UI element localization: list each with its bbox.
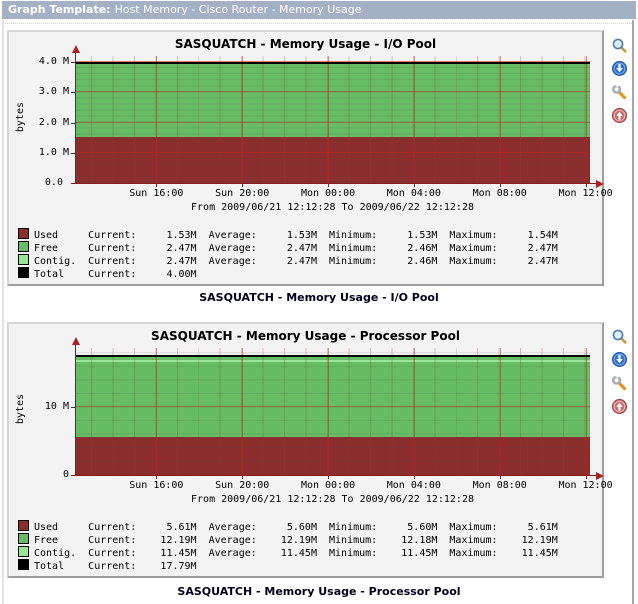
legend-row: Contig. Current: 11.45M Average: 11.45M …: [18, 545, 558, 559]
zoom-graph-glyph: [612, 38, 627, 53]
x-tick-label: Sun 16:00: [129, 188, 184, 199]
grid-major-vertical: [156, 348, 158, 475]
zoom-graph-glyph: [612, 329, 627, 344]
graph-image-processor-pool[interactable]: bytes Sun 16:00 Sun 20:00 Mon 00:00 Mon 04:0…: [9, 324, 613, 576]
zoom-graph-icon[interactable]: [611, 328, 628, 345]
graph-utilities-icon[interactable]: [611, 398, 628, 415]
legend-row: Used Current: 1.53M Average: 1.53M Minim…: [18, 227, 558, 241]
grid-major-vertical: [242, 56, 244, 183]
graph-caption-io-pool: SASQUATCH - Memory Usage - I/O Pool: [199, 291, 439, 304]
legend-swatch: [18, 520, 29, 531]
zoom-graph-icon[interactable]: [611, 37, 628, 54]
x-axis-arrow: [596, 472, 604, 480]
csv-export-glyph: [612, 61, 627, 76]
x-tick-label: Mon 12:00: [558, 480, 613, 491]
legend-text: Total Current: 17.79M: [34, 561, 197, 572]
legend-row: Contig. Current: 2.47M Average: 2.47M Mi…: [18, 253, 558, 267]
y-tick-label: 2.0 M: [38, 116, 69, 128]
grid-major-horizontal: [75, 406, 590, 408]
y-tick-label: 10 M: [44, 401, 69, 413]
y-axis-line: [75, 345, 76, 475]
csv-export-icon[interactable]: [611, 60, 628, 77]
y-axis-arrow: [72, 337, 80, 345]
legend-swatch: [18, 533, 29, 544]
graph-panel-io-pool: SASQUATCH - Memory Usage - I/O Pool byte…: [7, 30, 613, 286]
graph-image-io-pool[interactable]: bytes Sun 16:00 Sun 20:00 Mon 00:00 Mon 04:0…: [9, 32, 613, 284]
x-axis-line: [71, 183, 596, 184]
y-tick-label: 4.0 M: [38, 56, 69, 68]
graph-source-glyph: [611, 375, 627, 391]
legend-swatch: [18, 241, 29, 252]
legend-row: Free Current: 2.47M Average: 2.47M Minim…: [18, 240, 558, 254]
x-tick-label: Mon 04:00: [386, 188, 441, 199]
plot-area: [75, 56, 590, 183]
graph-utilities-glyph: [612, 399, 627, 414]
grid-major-vertical: [328, 348, 330, 475]
x-tick-label: Mon 12:00: [558, 188, 613, 199]
graph-source-icon[interactable]: [611, 84, 628, 101]
period-label: From 2009/06/21 12:12:28 To 2009/06/22 1…: [191, 202, 474, 213]
x-tick-label: Mon 04:00: [386, 480, 441, 491]
series-line-total: [75, 354, 590, 357]
y-axis-line: [75, 53, 76, 183]
legend-row: Total Current: 4.00M: [18, 266, 197, 280]
grid-major-vertical: [156, 56, 158, 183]
page-right-edge: [632, 20, 634, 604]
legend-swatch: [18, 267, 29, 278]
period-label: From 2009/06/21 12:12:28 To 2009/06/22 1…: [191, 494, 474, 505]
x-axis-arrow: [596, 180, 604, 188]
header-label: Graph Template:: [8, 3, 111, 16]
legend-swatch: [18, 254, 29, 265]
grid-minor: [75, 56, 590, 183]
y-tick-label: 1.0 M: [38, 146, 69, 158]
x-tick-label: Mon 00:00: [300, 188, 356, 199]
graph-utilities-glyph: [612, 108, 627, 123]
y-tick-label: 3.0 M: [38, 86, 69, 98]
y-axis-arrow: [72, 45, 80, 53]
graph-panel-processor-pool: SASQUATCH - Memory Usage - Processor Poo…: [7, 322, 613, 578]
grid-major-vertical: [242, 348, 244, 475]
y-tick-label: 0: [62, 469, 69, 480]
graph-utilities-icon[interactable]: [611, 107, 628, 124]
graph-caption-processor-pool: SASQUATCH - Memory Usage - Processor Poo…: [177, 585, 461, 598]
y-tick-label: 0.0: [44, 177, 69, 188]
legend-swatch: [18, 559, 29, 570]
grid-major-vertical: [585, 348, 587, 475]
grid-major-vertical: [585, 56, 587, 183]
plot-area: [75, 348, 590, 475]
legend-swatch: [18, 546, 29, 557]
grid-major-vertical: [499, 348, 501, 475]
header-separator: [2, 20, 634, 24]
graph-source-icon[interactable]: [611, 375, 628, 392]
header-value: Host Memory - Cisco Router - Memory Usag…: [114, 3, 362, 16]
csv-export-glyph: [612, 352, 627, 367]
x-tick-label: Sun 20:00: [215, 188, 270, 199]
grid-major-vertical: [413, 56, 415, 183]
x-tick-label: Sun 16:00: [129, 480, 184, 491]
page-left-edge: [2, 20, 4, 604]
grid-major-horizontal: [75, 151, 590, 153]
grid-minor: [75, 348, 590, 475]
legend-text: Total Current: 4.00M: [34, 269, 197, 280]
grid-major-vertical: [328, 56, 330, 183]
series-line-total: [75, 62, 590, 65]
grid-major-vertical: [413, 348, 415, 475]
x-axis-line: [71, 475, 596, 476]
x-tick-label: Mon 00:00: [300, 480, 356, 491]
grid-major-horizontal: [75, 121, 590, 123]
csv-export-icon[interactable]: [611, 351, 628, 368]
x-tick-label: Sun 20:00: [215, 480, 270, 491]
legend-row: Free Current: 12.19M Average: 12.19M Min…: [18, 532, 558, 546]
legend-row: Used Current: 5.61M Average: 5.60M Minim…: [18, 519, 558, 533]
grid-major-horizontal: [75, 91, 590, 93]
legend-row: Total Current: 17.79M: [18, 558, 197, 572]
graph-template-header: Graph Template: Host Memory - Cisco Route…: [2, 1, 636, 19]
graph-source-glyph: [611, 84, 627, 100]
x-tick-label: Mon 08:00: [472, 188, 527, 199]
legend-swatch: [18, 228, 29, 239]
x-tick-label: Mon 08:00: [472, 480, 527, 491]
grid-major-vertical: [499, 56, 501, 183]
